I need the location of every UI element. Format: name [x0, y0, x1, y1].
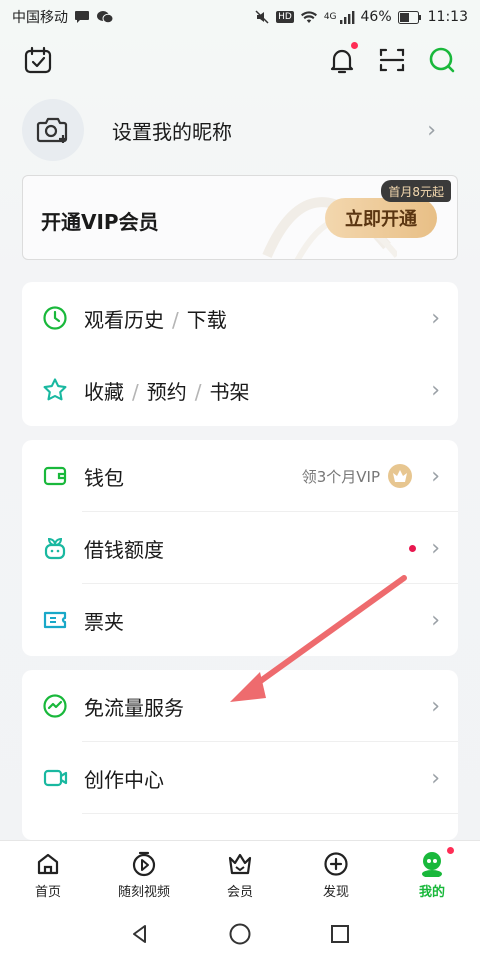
- recents-square-icon[interactable]: [329, 923, 351, 949]
- menu-item-history-download[interactable]: 观看历史 / 下载 ›: [22, 282, 458, 354]
- system-navigation-bar: [0, 912, 480, 960]
- menu-item-free-data-service[interactable]: 免流量服务 ›: [22, 670, 458, 742]
- tab-mine[interactable]: 我的: [384, 841, 480, 912]
- message-bubble-icon: [74, 10, 90, 24]
- avatar[interactable]: [22, 99, 84, 161]
- tab-shorts-label: 随刻视频: [117, 885, 170, 900]
- tab-vip[interactable]: 会员: [192, 841, 288, 912]
- chevron-right-icon: ›: [431, 607, 440, 633]
- wallet-icon: [42, 463, 68, 489]
- menu-item-ticket-folder[interactable]: 票夹 ›: [22, 584, 458, 656]
- trend-icon: [42, 693, 68, 719]
- wallet-promo[interactable]: 领3个月VIP: [302, 464, 412, 488]
- search-icon[interactable]: [424, 42, 460, 78]
- chevron-right-icon: ›: [431, 535, 440, 561]
- plus-circle-icon: [324, 852, 348, 876]
- top-action-bar: [0, 38, 480, 82]
- chevron-right-icon: ›: [431, 305, 440, 331]
- bell-icon[interactable]: [324, 42, 360, 78]
- vip-crown-badge-icon: [388, 464, 412, 488]
- tab-home-label: 首页: [34, 885, 61, 900]
- bottom-tab-bar: 首页 随刻视频 会员 发现 我的: [0, 840, 480, 912]
- chevron-right-icon: ›: [431, 463, 440, 489]
- tab-vip-label: 会员: [226, 885, 253, 900]
- chevron-right-icon: ›: [427, 117, 436, 143]
- separator: /: [132, 379, 139, 404]
- home-circle-icon[interactable]: [228, 922, 252, 950]
- tab-mine-label: 我的: [418, 885, 445, 900]
- status-bar: 中国移动 HD 4G 46% 11:13: [0, 0, 480, 34]
- profile-header[interactable]: 设置我的昵称 ›: [22, 98, 458, 162]
- battery-percent: 46%: [360, 9, 392, 25]
- notification-dot: [409, 544, 416, 552]
- star-icon: [42, 377, 68, 403]
- ticket-folder-label: 票夹: [84, 609, 124, 634]
- tab-home[interactable]: 首页: [0, 841, 96, 912]
- chevron-right-icon: ›: [431, 693, 440, 719]
- menu-item-wallet[interactable]: 钱包 领3个月VIP ›: [22, 440, 458, 512]
- credit-limit-label: 借钱额度: [84, 537, 164, 562]
- signal-icon: [339, 10, 355, 24]
- tab-discover[interactable]: 发现: [288, 841, 384, 912]
- home-icon: [37, 853, 59, 875]
- scan-icon[interactable]: [374, 42, 410, 78]
- calendar-check-icon[interactable]: [20, 42, 56, 78]
- creator-center-label: 创作中心: [84, 767, 164, 792]
- wallet-card: 钱包 领3个月VIP › 借钱额度 › 票夹 ›: [22, 440, 458, 656]
- play-circle-icon: [132, 851, 156, 877]
- notification-dot: [351, 42, 358, 49]
- wallet-promo-text: 领3个月VIP: [301, 467, 380, 486]
- ticket-icon: [42, 607, 68, 633]
- clock-icon: [42, 305, 68, 331]
- chevron-right-icon: ›: [431, 765, 440, 791]
- services-card: 免流量服务 › 创作中心 ›: [22, 670, 458, 840]
- back-icon[interactable]: [129, 923, 151, 949]
- separator: /: [172, 307, 179, 332]
- sprout-icon: [42, 535, 68, 561]
- download-label[interactable]: 下载: [187, 308, 227, 332]
- carrier-name: 中国移动: [12, 10, 68, 26]
- favorites-label[interactable]: 收藏: [84, 380, 124, 404]
- clock-time: 11:13: [427, 9, 468, 25]
- crown-icon: [228, 853, 252, 875]
- hd-icon: HD: [276, 11, 294, 23]
- profile-avatar-icon: [422, 852, 442, 877]
- battery-icon: [397, 10, 422, 24]
- free-data-service-label: 免流量服务: [84, 695, 184, 720]
- wifi-icon: [300, 10, 318, 24]
- camera-icon: [42, 765, 68, 791]
- camera-plus-icon: [36, 117, 68, 143]
- set-nickname-label[interactable]: 设置我的昵称: [112, 116, 232, 145]
- open-vip-button[interactable]: 立即开通: [325, 198, 437, 238]
- tab-shorts[interactable]: 随刻视频: [96, 841, 192, 912]
- chevron-right-icon: ›: [431, 377, 440, 403]
- wallet-label: 钱包: [84, 465, 124, 490]
- menu-item-creator-center[interactable]: 创作中心 ›: [22, 742, 458, 814]
- wechat-icon: [96, 10, 114, 24]
- tab-discover-label: 发现: [322, 885, 349, 900]
- mute-icon: [254, 9, 270, 25]
- menu-item-favorites[interactable]: 收藏 / 预约 / 书架 ›: [22, 354, 458, 426]
- history-favorites-card: 观看历史 / 下载 › 收藏 / 预约 / 书架 ›: [22, 282, 458, 426]
- vip-banner[interactable]: 开通VIP会员 立即开通 首月8元起: [22, 175, 458, 260]
- promo-tag: 首月8元起: [381, 180, 451, 202]
- history-label[interactable]: 观看历史: [84, 308, 164, 332]
- menu-item-credit-limit[interactable]: 借钱额度 ›: [22, 512, 458, 584]
- reservations-label[interactable]: 预约: [147, 380, 187, 404]
- vip-title: 开通VIP会员: [41, 210, 159, 234]
- bookshelf-label[interactable]: 书架: [210, 380, 250, 404]
- notification-dot: [447, 847, 454, 854]
- network-type-label: 4G: [323, 12, 337, 22]
- separator: /: [194, 379, 202, 404]
